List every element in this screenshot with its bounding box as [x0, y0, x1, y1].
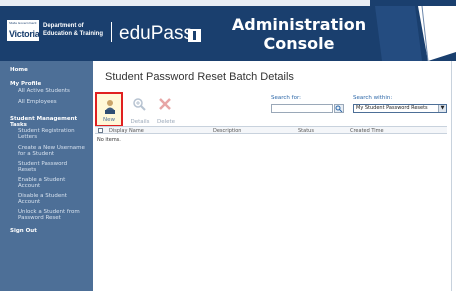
table-body [95, 144, 447, 289]
nav-my-profile[interactable]: My Profile [10, 81, 41, 87]
edupass-brand: eduPass [119, 23, 193, 44]
nav-item-line: Account [18, 199, 41, 205]
search-button[interactable] [334, 104, 344, 113]
nav-unlock-student[interactable]: Unlock a Student from Password Reset [18, 209, 90, 221]
nav-item-line: for a Student [18, 151, 55, 157]
console-title-line-2: Console [263, 34, 335, 53]
table-header: Display Name Description Status Created … [95, 126, 447, 134]
content-right-border [451, 61, 452, 291]
nav-item-line: Letters [18, 134, 38, 140]
new-button-label: New [103, 117, 115, 123]
logo-big-text: Victoria [9, 29, 40, 39]
delete-button[interactable]: Delete [152, 92, 180, 127]
search-within-label: Search within: [353, 95, 393, 101]
nav-student-password-resets[interactable]: Student Password Resets [18, 161, 90, 173]
console-title-line-1: Administration [231, 15, 367, 34]
header-decoration-art [370, 0, 456, 61]
column-description[interactable]: Description [213, 128, 241, 134]
search-input[interactable] [271, 104, 333, 113]
nav-item-line: Resets [18, 167, 37, 173]
column-status[interactable]: Status [298, 128, 314, 134]
nav-all-employees[interactable]: All Employees [18, 99, 90, 105]
nav-enable-student-account[interactable]: Enable a Student Account [18, 177, 90, 189]
nav-student-registration-letters[interactable]: Student Registration Letters [18, 128, 90, 140]
search-icon [335, 105, 343, 112]
details-button[interactable]: Details [126, 92, 154, 127]
column-created-time[interactable]: Created Time [350, 128, 384, 134]
page-title: Student Password Reset Batch Details [105, 71, 294, 83]
nav-student-management: Student Management Tasks [10, 116, 77, 128]
nav-all-active-students[interactable]: All Active Students [18, 88, 90, 94]
new-user-icon [105, 100, 115, 114]
department-name: Department of Education & Training [43, 22, 103, 38]
victoria-logo: State Government Victoria [7, 20, 40, 41]
empty-table-message: No items. [97, 137, 121, 143]
nav-sign-out[interactable]: Sign Out [10, 228, 37, 234]
nav-create-new-username[interactable]: Create a New Username for a Student [18, 145, 90, 157]
new-button[interactable]: New [95, 92, 123, 127]
nav-item-line: Account [18, 183, 41, 189]
nav-item-line: Password Reset [18, 215, 61, 221]
chevron-down-icon[interactable]: ▼ [438, 105, 446, 112]
header-divider [111, 22, 112, 42]
console-title: Administration Console [220, 15, 378, 53]
delete-x-icon [159, 98, 171, 110]
details-button-label: Details [130, 119, 150, 125]
logo-small-text: State Government [9, 21, 37, 25]
magnifier-icon [133, 98, 146, 111]
department-line-1: Department of [43, 23, 84, 29]
sidebar: Home My Profile All Active Students All … [0, 61, 93, 291]
select-all-checkbox[interactable] [98, 128, 103, 133]
app-header: State Government Victoria Department of … [0, 0, 456, 61]
nav-disable-student-account[interactable]: Disable a Student Account [18, 193, 90, 205]
search-label: Search for: [271, 95, 301, 101]
department-line-2: Education & Training [43, 31, 104, 37]
delete-button-label: Delete [156, 119, 176, 125]
nav-home[interactable]: Home [10, 67, 28, 73]
edupass-logo-icon [188, 29, 201, 42]
search-within-select[interactable]: My Student Password Resets [353, 104, 447, 113]
column-display-name[interactable]: Display Name [109, 128, 144, 134]
